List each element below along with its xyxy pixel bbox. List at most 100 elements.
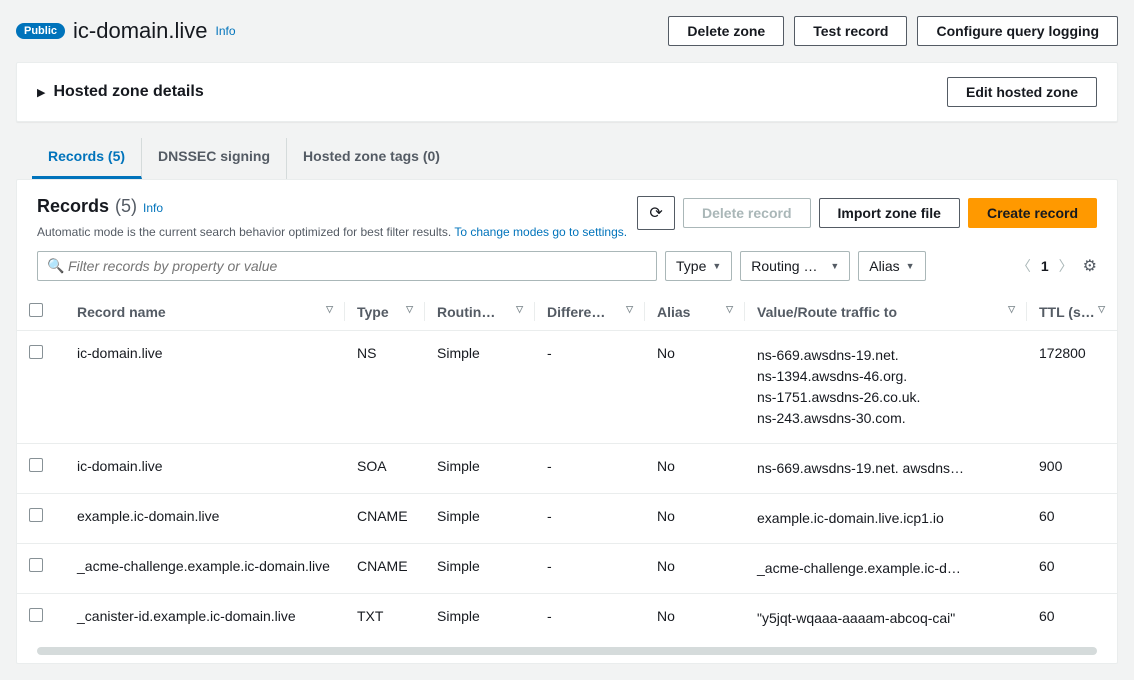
details-toggle[interactable]: ▶ Hosted zone details: [37, 83, 204, 101]
cell-alias: No: [645, 544, 745, 594]
col-routing[interactable]: Routin…: [437, 304, 495, 320]
tab-tags[interactable]: Hosted zone tags (0): [287, 138, 456, 179]
table-row[interactable]: ic-domain.liveNSSimple-Nons-669.awsdns-1…: [17, 331, 1117, 444]
sort-icon: ▽: [1008, 304, 1015, 315]
sort-icon: ▽: [1098, 304, 1105, 315]
chevron-down-icon: ▼: [906, 261, 915, 271]
cell-record-name: _acme-challenge.example.ic-domain.live: [65, 544, 345, 594]
public-badge: Public: [16, 23, 65, 39]
refresh-button[interactable]: ⟳: [637, 196, 675, 230]
select-all-checkbox[interactable]: [29, 303, 43, 317]
refresh-icon: ⟳: [649, 203, 662, 223]
col-type[interactable]: Type: [357, 304, 389, 320]
next-page-button[interactable]: 〉: [1059, 256, 1073, 276]
row-checkbox[interactable]: [29, 608, 43, 622]
records-panel: Records (5) Info Automatic mode is the c…: [16, 179, 1118, 664]
settings-button[interactable]: ⚙: [1083, 256, 1097, 276]
cell-record-name: example.ic-domain.live: [65, 494, 345, 544]
sort-icon: ▽: [326, 304, 333, 315]
chevron-down-icon: ▼: [830, 261, 839, 271]
create-record-button[interactable]: Create record: [968, 198, 1097, 228]
cell-type: NS: [345, 331, 425, 444]
gear-icon: ⚙: [1083, 258, 1097, 275]
row-checkbox[interactable]: [29, 458, 43, 472]
prev-page-button[interactable]: 〈: [1017, 256, 1031, 276]
search-icon: 🔍: [47, 258, 64, 275]
import-zone-file-button[interactable]: Import zone file: [819, 198, 960, 228]
routing-policy-filter-dropdown[interactable]: Routing pol… ▼: [740, 251, 850, 281]
cell-differ: -: [535, 494, 645, 544]
alias-filter-dropdown[interactable]: Alias ▼: [858, 251, 925, 281]
edit-hosted-zone-button[interactable]: Edit hosted zone: [947, 77, 1097, 107]
tab-dnssec[interactable]: DNSSEC signing: [142, 138, 287, 179]
col-differ[interactable]: Differe…: [547, 304, 605, 320]
table-row[interactable]: _acme-challenge.example.ic-domain.liveCN…: [17, 544, 1117, 594]
type-filter-label: Type: [676, 258, 706, 274]
col-record-name[interactable]: Record name: [77, 304, 166, 320]
cell-value: example.ic-domain.live.icp1.io: [745, 494, 1027, 544]
delete-record-button[interactable]: Delete record: [683, 198, 810, 228]
cell-ttl: 60: [1027, 494, 1117, 544]
cell-ttl: 900: [1027, 444, 1117, 494]
table-row[interactable]: ic-domain.liveSOASimple-Nons-669.awsdns-…: [17, 444, 1117, 494]
cell-alias: No: [645, 444, 745, 494]
cell-routing: Simple: [425, 594, 535, 644]
change-modes-link[interactable]: To change modes go to settings.: [454, 225, 627, 239]
filter-records-input[interactable]: [37, 251, 657, 281]
sort-icon: ▽: [406, 304, 413, 315]
sort-icon: ▽: [516, 304, 523, 315]
alias-filter-label: Alias: [869, 258, 899, 274]
cell-record-name: ic-domain.live: [65, 331, 345, 444]
hosted-zone-details-panel: ▶ Hosted zone details Edit hosted zone: [16, 62, 1118, 122]
type-filter-dropdown[interactable]: Type ▼: [665, 251, 732, 281]
configure-query-logging-button[interactable]: Configure query logging: [917, 16, 1118, 46]
cell-type: CNAME: [345, 544, 425, 594]
details-title: Hosted zone details: [53, 83, 203, 101]
records-info-link[interactable]: Info: [143, 201, 163, 215]
table-row[interactable]: example.ic-domain.liveCNAMESimple-Noexam…: [17, 494, 1117, 544]
col-ttl[interactable]: TTL (s…: [1039, 304, 1095, 320]
records-title: Records: [37, 196, 109, 217]
cell-ttl: 172800: [1027, 331, 1117, 444]
test-record-button[interactable]: Test record: [794, 16, 907, 46]
horizontal-scrollbar[interactable]: [37, 647, 1097, 655]
cell-routing: Simple: [425, 331, 535, 444]
col-alias[interactable]: Alias: [657, 304, 690, 320]
cell-type: SOA: [345, 444, 425, 494]
sort-icon: ▽: [726, 304, 733, 315]
cell-routing: Simple: [425, 494, 535, 544]
zone-name-title: ic-domain.live: [73, 18, 208, 44]
tabs: Records (5) DNSSEC signing Hosted zone t…: [16, 138, 1118, 179]
routing-filter-label: Routing pol…: [751, 258, 824, 274]
row-checkbox[interactable]: [29, 558, 43, 572]
cell-alias: No: [645, 494, 745, 544]
page-number: 1: [1041, 258, 1049, 274]
cell-alias: No: [645, 331, 745, 444]
col-value[interactable]: Value/Route traffic to: [757, 304, 897, 320]
row-checkbox[interactable]: [29, 345, 43, 359]
row-checkbox[interactable]: [29, 508, 43, 522]
info-link[interactable]: Info: [216, 24, 236, 38]
cell-record-name: ic-domain.live: [65, 444, 345, 494]
cell-differ: -: [535, 331, 645, 444]
cell-ttl: 60: [1027, 544, 1117, 594]
delete-zone-button[interactable]: Delete zone: [668, 16, 784, 46]
cell-alias: No: [645, 594, 745, 644]
chevron-down-icon: ▼: [712, 261, 721, 271]
cell-value: _acme-challenge.example.ic-d…: [745, 544, 1027, 594]
records-table: Record name ▽ Type ▽ Routin… ▽ Differe… ▽ Al…: [17, 293, 1117, 643]
records-count: (5): [115, 196, 137, 217]
table-row[interactable]: _canister-id.example.ic-domain.liveTXTSi…: [17, 594, 1117, 644]
caret-right-icon: ▶: [37, 86, 45, 99]
cell-differ: -: [535, 444, 645, 494]
cell-routing: Simple: [425, 444, 535, 494]
tab-records[interactable]: Records (5): [32, 138, 142, 179]
cell-ttl: 60: [1027, 594, 1117, 644]
cell-differ: -: [535, 594, 645, 644]
cell-type: CNAME: [345, 494, 425, 544]
cell-value: ns-669.awsdns-19.net. awsdns…: [745, 444, 1027, 494]
cell-type: TXT: [345, 594, 425, 644]
cell-value: ns-669.awsdns-19.net. ns-1394.awsdns-46.…: [745, 331, 1027, 444]
records-desc: Automatic mode is the current search beh…: [37, 225, 451, 239]
cell-value: "y5jqt-wqaaa-aaaam-abcoq-cai": [745, 594, 1027, 644]
